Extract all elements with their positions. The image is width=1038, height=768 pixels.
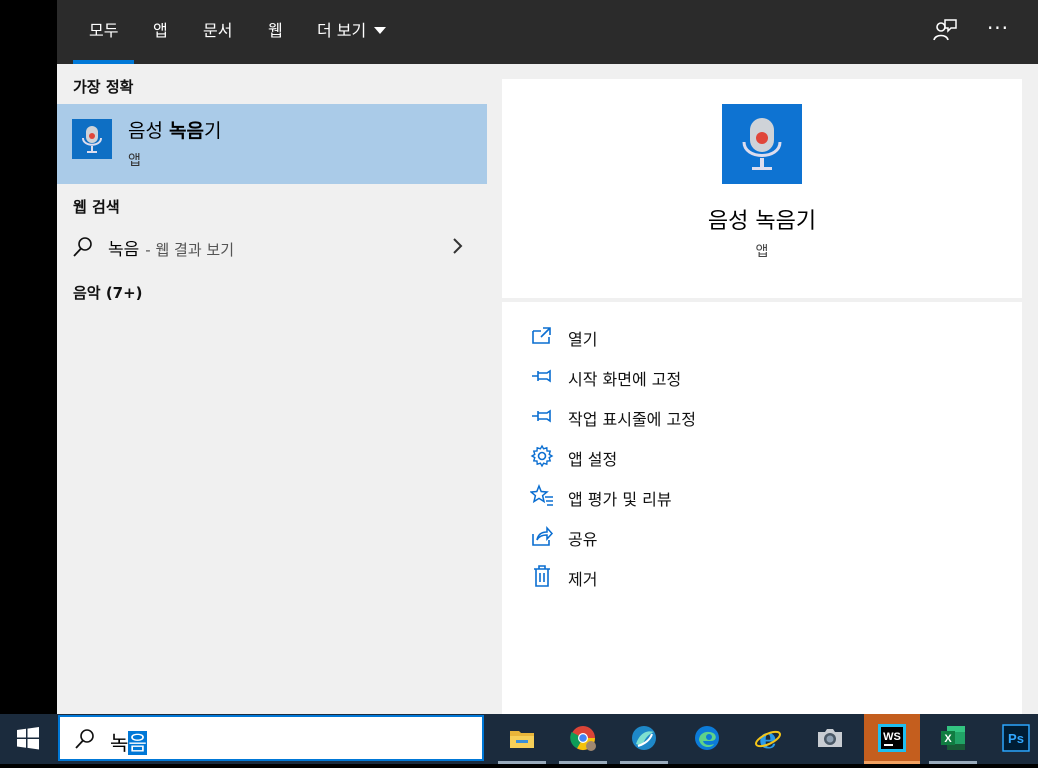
- start-button[interactable]: [0, 714, 56, 764]
- taskbar-chrome[interactable]: [555, 714, 611, 764]
- excel-icon: X: [941, 726, 965, 750]
- taskbar-excel[interactable]: X: [925, 714, 981, 764]
- search-icon: [75, 729, 94, 749]
- share-action[interactable]: 공유: [530, 520, 1010, 554]
- taskbar-webstorm[interactable]: WS: [864, 714, 920, 764]
- search-box[interactable]: 녹음: [58, 715, 484, 761]
- star-review-icon: [530, 484, 553, 506]
- preview-title: 음성 녹음기: [707, 209, 817, 234]
- svg-text:X: X: [944, 733, 952, 745]
- more-options-button[interactable]: ···: [985, 17, 1011, 43]
- camera-icon: [818, 729, 842, 747]
- tab-label: 모두: [89, 21, 119, 40]
- action-list: 열기 시작 화면에 고정 작업 표시줄에 고정 앱 설정 앱 평가 및 리뷰 공…: [502, 302, 1022, 714]
- search-input-text: 녹음: [110, 731, 147, 755]
- tab-all[interactable]: 모두: [72, 0, 136, 64]
- rate-and-review-action[interactable]: 앱 평가 및 리뷰: [530, 480, 1010, 514]
- best-match-title: 음성 녹음기: [128, 120, 222, 142]
- tab-label: 더 보기: [317, 21, 367, 40]
- photoshop-icon: Ps: [1002, 724, 1030, 752]
- search-tab-bar: 모두 앱 문서 웹 더 보기 ···: [57, 0, 1038, 64]
- pin-icon: [532, 409, 551, 423]
- best-match-header: 가장 정확: [73, 78, 134, 96]
- tab-documents[interactable]: 문서: [203, 0, 232, 64]
- tab-more[interactable]: 더 보기: [317, 0, 387, 64]
- taskbar: 녹음 e WS X Ps: [0, 714, 1038, 764]
- action-label: 공유: [568, 530, 598, 549]
- tab-label: 웹: [268, 21, 283, 40]
- voice-recorder-icon: [722, 104, 802, 184]
- pin-icon: [532, 369, 551, 383]
- pin-to-taskbar-action[interactable]: 작업 표시줄에 고정: [530, 400, 1010, 434]
- open-action[interactable]: 열기: [530, 320, 1010, 354]
- preview-subtitle: 앱: [755, 244, 769, 260]
- music-header[interactable]: 음악 (7+): [73, 282, 143, 303]
- open-icon: [532, 327, 551, 344]
- voice-recorder-icon: [72, 119, 112, 159]
- feedback-button[interactable]: [932, 17, 958, 43]
- chevron-right-icon: [453, 238, 463, 254]
- tab-label: 문서: [203, 21, 233, 40]
- tab-web[interactable]: 웹: [268, 0, 283, 64]
- action-label: 제거: [568, 570, 598, 589]
- best-match-subtitle: 앱: [128, 153, 141, 169]
- web-search-result[interactable]: 녹음 - 웹 결과 보기: [57, 228, 487, 266]
- chrome-icon: [570, 726, 596, 751]
- webstorm-icon: WS: [878, 724, 906, 752]
- app-preview: 음성 녹음기 앱: [502, 79, 1022, 298]
- chevron-down-icon: [374, 27, 387, 34]
- svg-text:Ps: Ps: [1008, 731, 1024, 746]
- tab-label: 앱: [153, 21, 168, 40]
- taskbar-app[interactable]: [616, 714, 672, 764]
- share-icon: [532, 526, 554, 546]
- web-search-header: 웹 검색: [73, 198, 120, 216]
- action-label: 시작 화면에 고정: [568, 370, 682, 389]
- taskbar-internet-explorer[interactable]: e: [740, 714, 796, 764]
- taskbar-edge[interactable]: [679, 714, 735, 764]
- taskbar-photoshop[interactable]: Ps: [988, 714, 1038, 764]
- feedback-icon: [933, 19, 957, 41]
- more-icon: ···: [986, 16, 1010, 40]
- uninstall-action[interactable]: 제거: [530, 560, 1010, 594]
- svg-text:e: e: [759, 724, 777, 752]
- svg-text:WS: WS: [883, 731, 901, 743]
- app-icon: [632, 726, 656, 750]
- windows-logo-icon: [17, 727, 39, 750]
- action-label: 앱 설정: [568, 450, 618, 469]
- best-match-result[interactable]: 음성 녹음기 앱: [57, 104, 487, 184]
- web-search-label: 녹음 - 웹 결과 보기: [108, 240, 234, 260]
- trash-icon: [534, 565, 550, 587]
- file-explorer-icon: [510, 731, 534, 748]
- internet-explorer-icon: e: [755, 724, 781, 752]
- action-label: 앱 평가 및 리뷰: [568, 490, 672, 509]
- action-label: 작업 표시줄에 고정: [568, 410, 696, 429]
- results-panel: 가장 정확 음성 녹음기 앱 웹 검색 녹음 - 웹 결과 보기 음악 (7+): [57, 64, 487, 714]
- search-icon: [73, 237, 92, 257]
- app-settings-action[interactable]: 앱 설정: [530, 440, 1010, 474]
- edge-icon: [695, 726, 719, 750]
- tab-apps[interactable]: 앱: [153, 0, 168, 64]
- gear-icon: [530, 444, 554, 468]
- taskbar-camera[interactable]: [802, 714, 858, 764]
- pin-to-start-action[interactable]: 시작 화면에 고정: [530, 360, 1010, 394]
- taskbar-file-explorer[interactable]: [494, 714, 550, 764]
- action-label: 열기: [568, 330, 598, 349]
